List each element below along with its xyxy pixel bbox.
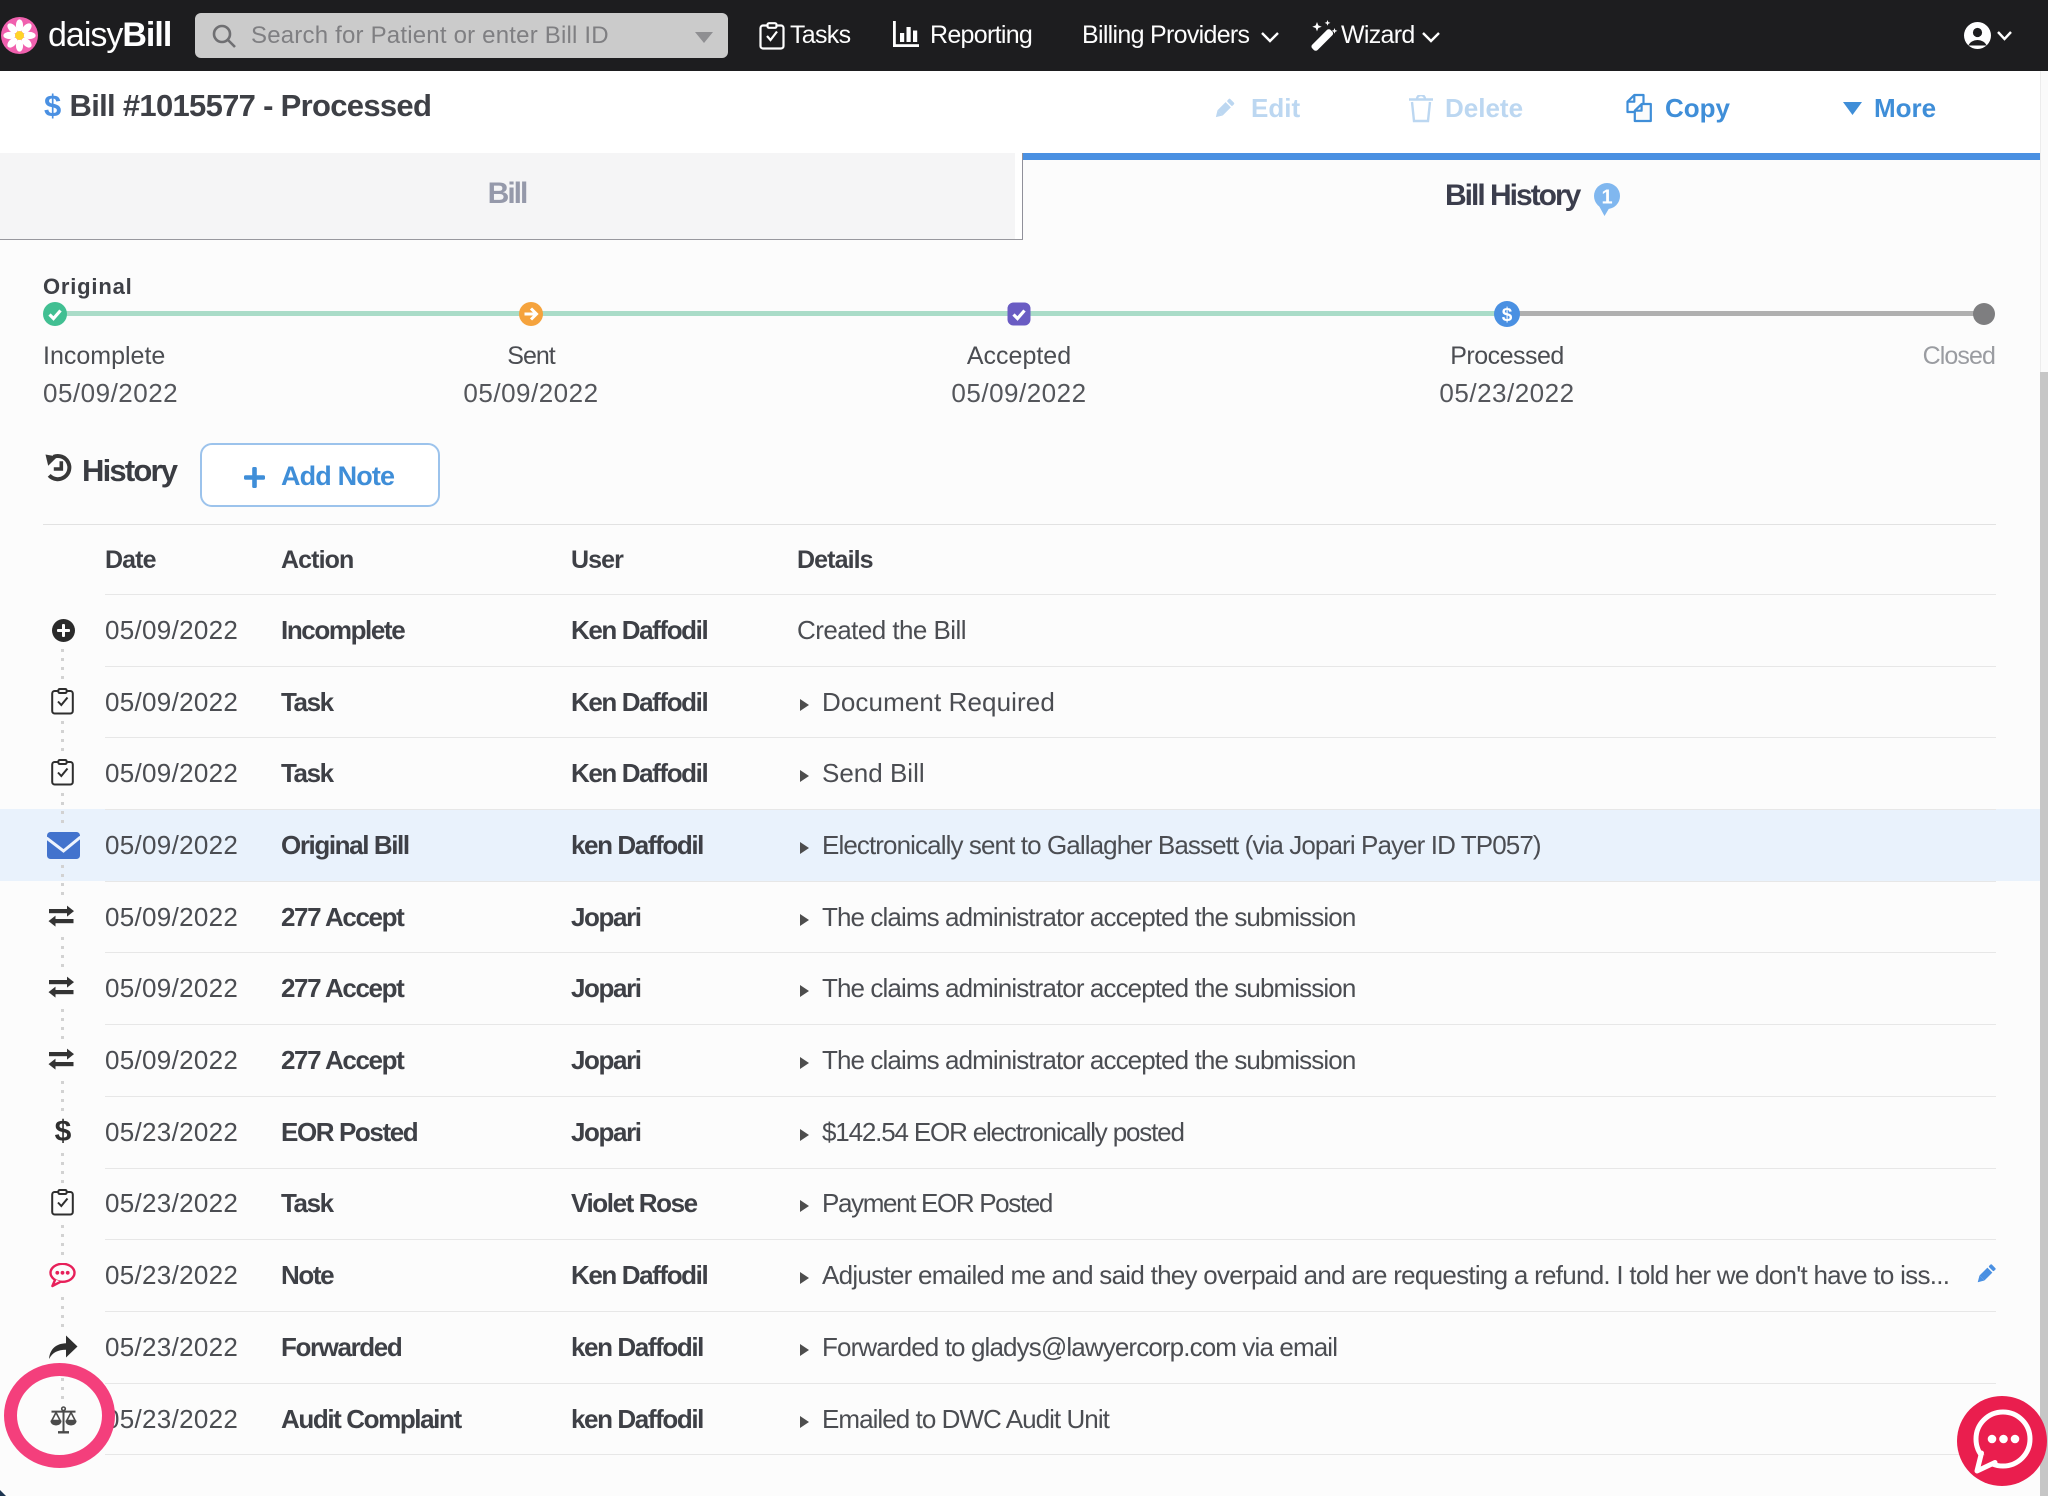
svg-text:1: 1 xyxy=(1601,187,1612,209)
svg-text:$: $ xyxy=(1502,305,1513,326)
